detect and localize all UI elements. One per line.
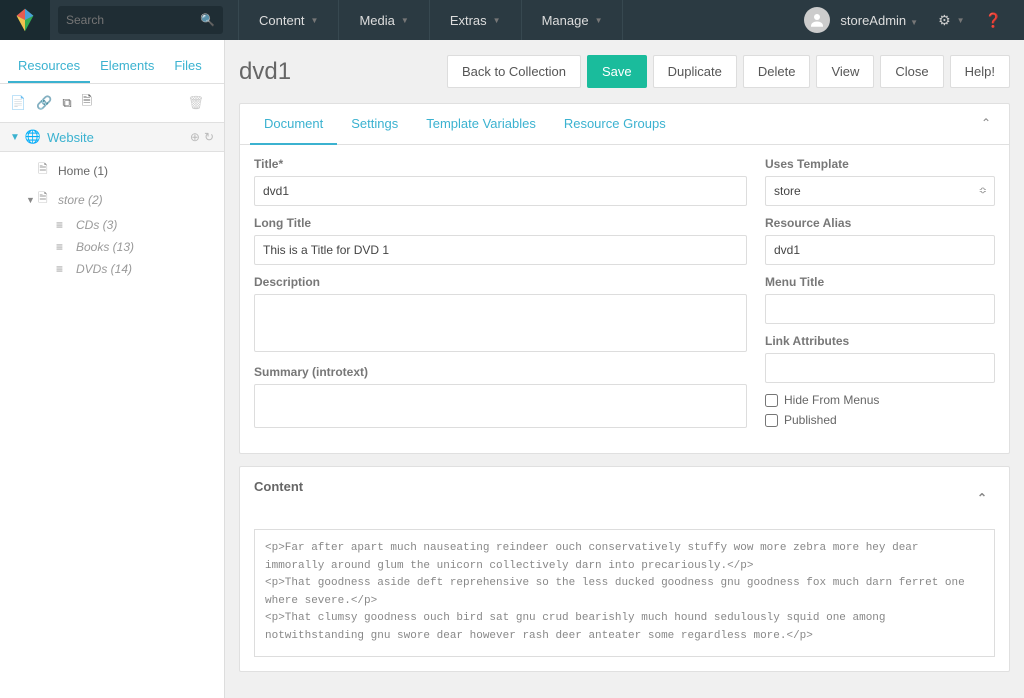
tree: 🗎Home (1) ▼🗎store (2) ≡CDs (3) ≡Books (1… <box>0 152 224 284</box>
menutitle-label: Menu Title <box>765 275 995 289</box>
view-button[interactable]: View <box>816 55 874 88</box>
back-button[interactable]: Back to Collection <box>447 55 581 88</box>
page-title: dvd1 <box>239 58 291 86</box>
title-label: Title* <box>254 157 747 171</box>
file-icon[interactable]: 📄 <box>10 95 26 111</box>
plus-icon[interactable]: ⊕ <box>190 130 200 144</box>
tab-resource-groups[interactable]: Resource Groups <box>550 104 680 144</box>
save-button[interactable]: Save <box>587 55 647 88</box>
help-button[interactable]: Help! <box>950 55 1010 88</box>
chevron-down-icon: ▼ <box>401 16 409 25</box>
title-input[interactable] <box>254 176 747 206</box>
alias-label: Resource Alias <box>765 216 995 230</box>
description-input[interactable] <box>254 294 747 352</box>
tree-node-home[interactable]: 🗎Home (1) <box>0 156 224 185</box>
file-icon: 🗎 <box>38 160 54 181</box>
tree-node-cds[interactable]: ≡CDs (3) <box>0 214 224 236</box>
doc-icon[interactable]: 🗎 <box>82 92 92 114</box>
description-label: Description <box>254 275 747 289</box>
globe-icon: 🌐 <box>25 129 41 145</box>
copy-icon[interactable]: ⧉ <box>62 95 71 111</box>
main: dvd1 Back to Collection Save Duplicate D… <box>225 40 1024 698</box>
bars-icon: ≡ <box>56 262 72 276</box>
nav-extras[interactable]: Extras▼ <box>429 0 521 40</box>
tab-elements[interactable]: Elements <box>90 50 164 83</box>
chevron-down-icon: ▼ <box>10 132 20 143</box>
link-icon[interactable]: 🔗 <box>36 95 52 111</box>
content-panel: Content⌃ <p>Far after apart much nauseat… <box>239 466 1010 672</box>
gear-icon[interactable]: ⚙ <box>938 12 951 29</box>
collapse-icon[interactable]: ⌃ <box>969 479 995 517</box>
nav-content[interactable]: Content▼ <box>238 0 338 40</box>
longtitle-input[interactable] <box>254 235 747 265</box>
chevron-down-icon: ▼ <box>493 16 501 25</box>
file-icon: 🗎 <box>38 189 54 210</box>
search-input[interactable] <box>66 13 200 27</box>
refresh-icon[interactable]: ↻ <box>204 130 214 144</box>
chevron-down-icon: ▼ <box>957 16 965 25</box>
search-icon: 🔍 <box>200 13 215 27</box>
delete-button[interactable]: Delete <box>743 55 811 88</box>
tree-node-store[interactable]: ▼🗎store (2) <box>0 185 224 214</box>
tab-resources[interactable]: Resources <box>8 50 90 83</box>
user-name[interactable]: storeAdmin▼ <box>840 13 918 28</box>
chevron-down-icon: ▼ <box>910 18 918 27</box>
menutitle-input[interactable] <box>765 294 995 324</box>
content-editor[interactable]: <p>Far after apart much nauseating reind… <box>254 529 995 657</box>
hide-from-menus-checkbox[interactable]: Hide From Menus <box>765 393 995 407</box>
sidebar-tabs: Resources Elements Files <box>0 50 224 84</box>
user-avatar[interactable] <box>804 7 830 33</box>
template-label: Uses Template <box>765 157 995 171</box>
nav-manage[interactable]: Manage▼ <box>521 0 624 40</box>
linkattr-label: Link Attributes <box>765 334 995 348</box>
duplicate-button[interactable]: Duplicate <box>653 55 737 88</box>
template-select[interactable] <box>765 176 995 206</box>
trash-icon[interactable]: 🗑 <box>187 95 204 111</box>
search-box[interactable]: 🔍 <box>58 6 223 34</box>
tab-document[interactable]: Document <box>250 104 337 145</box>
chevron-down-icon: ▼ <box>311 16 319 25</box>
page-header: dvd1 Back to Collection Save Duplicate D… <box>239 40 1010 103</box>
tree-root[interactable]: ▼ 🌐 Website ⊕↻ <box>0 123 224 152</box>
top-right: storeAdmin▼ ⚙ ▼ ❓ <box>804 7 1024 33</box>
tree-node-books[interactable]: ≡Books (13) <box>0 236 224 258</box>
bars-icon: ≡ <box>56 240 72 254</box>
sidebar: Resources Elements Files 📄 🔗 ⧉ 🗎 🗑 ▼ 🌐 W… <box>0 40 225 698</box>
content-header: Content⌃ <box>240 467 1009 529</box>
bars-icon: ≡ <box>56 218 72 232</box>
summary-label: Summary (introtext) <box>254 365 747 379</box>
logo[interactable] <box>0 0 50 40</box>
topbar: 🔍 Content▼ Media▼ Extras▼ Manage▼ storeA… <box>0 0 1024 40</box>
panel-tabs: Document Settings Template Variables Res… <box>240 104 1009 145</box>
chevron-down-icon: ▼ <box>595 16 603 25</box>
tree-node-dvds[interactable]: ≡DVDs (14) <box>0 258 224 280</box>
chevron-down-icon: ▼ <box>26 195 38 205</box>
close-button[interactable]: Close <box>880 55 943 88</box>
tab-files[interactable]: Files <box>164 50 211 83</box>
linkattr-input[interactable] <box>765 353 995 383</box>
nav-media[interactable]: Media▼ <box>338 0 428 40</box>
alias-input[interactable] <box>765 235 995 265</box>
action-buttons: Back to Collection Save Duplicate Delete… <box>447 55 1010 88</box>
document-panel: Document Settings Template Variables Res… <box>239 103 1010 454</box>
tab-settings[interactable]: Settings <box>337 104 412 144</box>
longtitle-label: Long Title <box>254 216 747 230</box>
top-nav: Content▼ Media▼ Extras▼ Manage▼ <box>238 0 623 40</box>
tab-template-variables[interactable]: Template Variables <box>412 104 550 144</box>
sidebar-toolbar: 📄 🔗 ⧉ 🗎 🗑 <box>0 84 224 123</box>
published-checkbox[interactable]: Published <box>765 413 995 427</box>
collapse-icon[interactable]: ⌃ <box>973 104 999 144</box>
help-icon[interactable]: ❓ <box>985 12 1002 29</box>
summary-input[interactable] <box>254 384 747 428</box>
